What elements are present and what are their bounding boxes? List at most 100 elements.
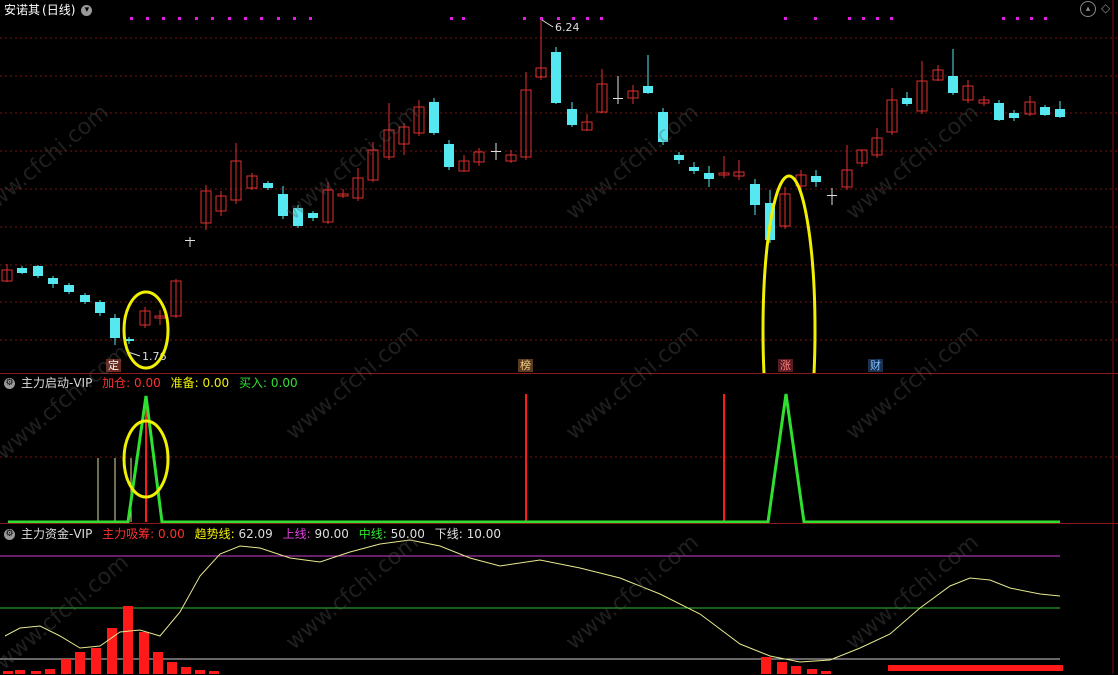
field-value: 90.00	[314, 527, 349, 541]
indicator1-chart	[0, 374, 1118, 524]
accumulation-bar	[807, 669, 817, 674]
gear-icon[interactable]: ⚙	[4, 378, 15, 389]
signal-dot	[890, 17, 893, 20]
accumulation-bar	[61, 659, 71, 674]
indicator1-pane[interactable]: ⚙ 主力启动-VIP 加仓: 0.00 准备: 0.00 买入: 0.00	[0, 373, 1118, 524]
indicator2-chart	[0, 524, 1114, 674]
signal-dot	[211, 17, 214, 20]
field-value: 0.00	[158, 527, 185, 541]
candle-body	[444, 144, 454, 167]
signal-dot	[260, 17, 263, 20]
diamond-icon[interactable]: ◇	[1101, 1, 1110, 15]
field-label: 准备:	[170, 376, 199, 390]
accumulation-bar	[761, 657, 771, 674]
trend-line	[4, 539, 1061, 663]
candle-body	[551, 52, 561, 103]
signal-dot	[195, 17, 198, 20]
field-label: 下线:	[434, 527, 463, 541]
signal-dot	[228, 17, 231, 20]
gear-icon[interactable]: ⚙	[4, 529, 15, 540]
candle-body	[613, 98, 623, 99]
buy-line	[8, 393, 1060, 524]
field-label: 买入:	[239, 376, 268, 390]
signal-dot	[848, 17, 851, 20]
high-price-label: 6.24	[555, 21, 580, 34]
signal-dot	[600, 17, 603, 20]
accumulation-bar	[139, 632, 149, 674]
candle-body	[827, 195, 837, 196]
indicator2-name: 主力资金-VIP	[21, 527, 93, 541]
field-label: 主力吸筹:	[102, 527, 155, 541]
chevron-up-icon[interactable]: ▴	[1080, 1, 1096, 17]
period-label: (日线)	[42, 3, 76, 17]
candle-body	[994, 103, 1004, 120]
accumulation-bar	[167, 662, 177, 674]
candle-body	[263, 183, 273, 188]
signal-dot	[293, 17, 296, 20]
signal-dot	[146, 17, 149, 20]
candle-body	[64, 285, 74, 292]
accumulation-bar	[91, 648, 101, 674]
signal-dot	[862, 17, 865, 20]
signal-dot	[586, 17, 589, 20]
accumulation-bar	[777, 662, 787, 674]
field-shangxian: 上线: 90.00	[283, 527, 349, 541]
field-value: 0.00	[270, 376, 298, 390]
candle-body	[48, 278, 58, 284]
marker-cai: 财	[868, 359, 883, 372]
candle-body	[185, 240, 195, 241]
candle-body	[1040, 107, 1050, 115]
field-jiacang: 加仓: 0.00	[102, 376, 161, 390]
signal-dot	[130, 17, 133, 20]
field-value: 0.00	[134, 376, 161, 390]
field-xiaxian: 下线: 10.00	[435, 527, 501, 541]
candle-body	[308, 213, 318, 218]
field-label: 上线:	[282, 527, 311, 541]
signal-dot	[523, 17, 526, 20]
field-label: 中线:	[358, 527, 387, 541]
signal-dot	[309, 17, 312, 20]
signal-dot	[277, 17, 280, 20]
field-label: 加仓:	[102, 376, 131, 390]
field-zhunbei: 准备: 0.00	[171, 376, 230, 390]
signal-dot	[876, 17, 879, 20]
marker-zhang: 涨	[778, 359, 793, 372]
candle-body	[429, 102, 439, 133]
candle-body	[491, 151, 501, 152]
candle-body	[643, 86, 653, 93]
candle-body	[689, 167, 699, 171]
indicator2-pane[interactable]: ⚙ 主力资金-VIP 主力吸筹: 0.00 趋势线: 62.09 上线: 90.0…	[0, 523, 1118, 674]
candle-body	[33, 266, 43, 276]
signal-dot	[557, 17, 560, 20]
indicator2-header: ⚙ 主力资金-VIP 主力吸筹: 0.00 趋势线: 62.09 上线: 90.0…	[4, 527, 507, 541]
candle-body	[1009, 113, 1019, 118]
signal-dot	[462, 17, 465, 20]
signal-dot	[1002, 17, 1005, 20]
candle-body	[674, 155, 684, 160]
kline-chart[interactable]: 6.241.76	[0, 0, 1118, 373]
candle-body	[293, 208, 303, 226]
signal-dot	[1044, 17, 1047, 20]
signal-dot	[784, 17, 787, 20]
stock-name: 安诺其	[4, 3, 41, 17]
accumulation-bar	[123, 606, 133, 674]
kline-pane[interactable]: 6.24 1.76 安诺其 (日线) ▾ ▴ ◇ 定 榜 涨 财	[0, 0, 1118, 373]
signal-dot	[814, 17, 817, 20]
high-pointer	[541, 19, 554, 28]
indicator1-header: ⚙ 主力启动-VIP 加仓: 0.00 准备: 0.00 买入: 0.00	[4, 376, 304, 390]
field-value: 0.00	[202, 376, 230, 390]
field-label: 趋势线:	[194, 527, 235, 541]
candle-body	[278, 194, 288, 216]
candle-body	[902, 98, 912, 104]
chevron-down-icon[interactable]: ▾	[81, 5, 93, 16]
candle-body	[704, 173, 714, 179]
field-qushi: 趋势线: 62.09	[195, 527, 273, 541]
field-value: 50.00	[390, 527, 425, 541]
candle-body	[1055, 109, 1065, 117]
indicator1-name: 主力启动-VIP	[21, 376, 93, 390]
signal-dot	[450, 17, 453, 20]
marker-ding: 定	[106, 359, 121, 372]
candle-body	[95, 302, 105, 313]
accumulation-bar	[153, 652, 163, 674]
signal-dot	[1030, 17, 1033, 20]
